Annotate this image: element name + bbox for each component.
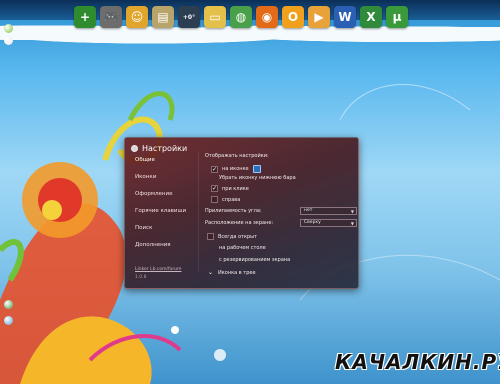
dock: + 🎮 ☺ ▤ +0° ▭ ◍ ◉ O ▶ W X µ (74, 6, 408, 30)
position-label: Расположение на экране: (205, 220, 274, 226)
option-on-click-label: при клике (222, 185, 249, 192)
nav-item-appearance[interactable]: Оформление (135, 186, 195, 203)
media-player-icon[interactable]: ▶ (308, 6, 330, 28)
utorrent-icon[interactable]: µ (386, 6, 408, 28)
option-on-desktop-label: на рабочем столе (219, 245, 266, 251)
word-icon[interactable]: W (334, 6, 356, 28)
option-always-open-label: Всегда открыт (218, 233, 258, 240)
chevron-down-icon: ▼ (350, 221, 354, 226)
site-watermark: КАЧАЛКИН.РУ (335, 350, 500, 374)
desktop-icon-3[interactable] (4, 300, 13, 309)
settings-window: Настройки Общие Иконки Оформление Горячи… (124, 137, 359, 289)
gamepad-icon[interactable]: 🎮 (100, 6, 122, 28)
option-hide-bar: Убрать иконку нижнюю бара (219, 175, 296, 181)
checkbox-on-click[interactable]: ✓ (211, 185, 218, 192)
option-right-label: справа (222, 196, 241, 203)
option-on-desktop: на рабочем столе (219, 245, 266, 251)
chrome-icon[interactable]: ◍ (230, 6, 252, 28)
nav-item-search[interactable]: Поиск (135, 220, 195, 237)
option-reserve-screen: с резервированием экрана (219, 257, 290, 263)
chevron-down-icon: ▼ (350, 209, 354, 214)
position-select-value: Сверху (304, 220, 321, 225)
position-row: Расположение на экране: (205, 220, 273, 226)
nav-item-general[interactable]: Общие (135, 152, 195, 169)
outlook-icon[interactable]: O (282, 6, 304, 28)
forum-link[interactable]: Linker Lb.com/forum (135, 267, 181, 272)
anchor-label: Прилипаемость угла: (205, 208, 262, 214)
desktop-icon-4[interactable] (4, 316, 13, 325)
gear-icon (131, 145, 138, 152)
nav-item-icons[interactable]: Иконки (135, 169, 195, 186)
clipboard-icon[interactable]: ▤ (152, 6, 174, 28)
add-icon[interactable]: + (74, 6, 96, 28)
weather-icon[interactable]: +0° (178, 6, 200, 28)
position-select[interactable]: Сверху ▼ (300, 219, 357, 227)
desktop-icon-2[interactable] (4, 36, 13, 45)
header-row: Отображать настройки: (205, 153, 269, 159)
checkbox-tray-icon[interactable]: ⌄ (207, 269, 214, 276)
anchor-select-value: нет (304, 208, 313, 213)
nav-divider (198, 152, 199, 272)
option-on-click: ✓ при клике (211, 185, 249, 192)
checkbox-on-icon[interactable]: ✓ (211, 165, 218, 173)
option-reserve-screen-label: с резервированием экрана (219, 257, 291, 263)
option-hide-bar-label: Убрать иконку нижнюю бара (219, 175, 296, 181)
option-tray-icon-label: Иконка в трее (218, 269, 256, 276)
nav-item-addons[interactable]: Дополнения (135, 237, 195, 254)
settings-nav: Общие Иконки Оформление Горячие клавиши … (135, 152, 195, 254)
firefox-icon[interactable]: ◉ (256, 6, 278, 28)
nav-item-hotkeys[interactable]: Горячие клавиши (135, 203, 195, 220)
option-tray-icon: ⌄ Иконка в трее (207, 269, 256, 276)
checkbox-right[interactable] (211, 196, 218, 203)
option-on-icon: ✓ на иконке (211, 165, 261, 173)
option-always-open: Всегда открыт (207, 233, 257, 240)
checkbox-always-open[interactable] (207, 233, 214, 240)
anchor-select[interactable]: нет ▼ (300, 207, 357, 215)
option-on-icon-label: на иконке (222, 166, 249, 172)
excel-icon[interactable]: X (360, 6, 382, 28)
section-header: Отображать настройки: (205, 153, 269, 159)
weather-temp: +0° (182, 13, 196, 21)
folder-icon[interactable]: ▭ (204, 6, 226, 28)
desktop-icon-1[interactable] (4, 24, 13, 33)
messenger-icon[interactable]: ☺ (126, 6, 148, 28)
option-right: справа (211, 196, 240, 203)
position-icon (252, 165, 261, 173)
anchor-row: Прилипаемость угла: (205, 208, 262, 214)
version-label: 1.0.8 (135, 275, 147, 280)
